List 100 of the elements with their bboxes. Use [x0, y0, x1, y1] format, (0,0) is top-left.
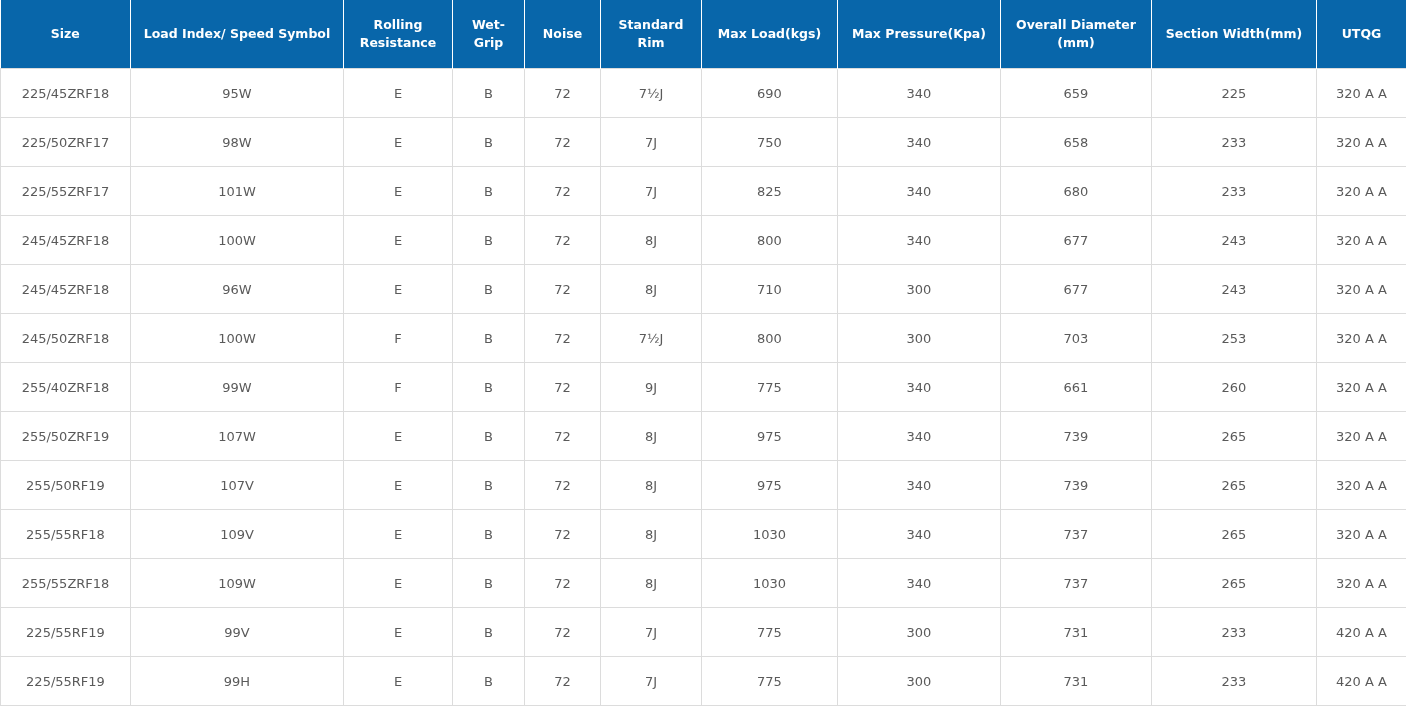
table-cell: 72 [524, 313, 601, 363]
table-cell: 255/55RF18 [0, 509, 131, 559]
table-cell: 8J [600, 558, 702, 608]
table-cell: 72 [524, 264, 601, 314]
table-cell: 7J [600, 607, 702, 657]
table-cell: F [343, 362, 453, 412]
table-cell: E [343, 117, 453, 167]
table-cell: 800 [701, 215, 838, 265]
table-cell: E [343, 509, 453, 559]
table-cell: 677 [1000, 215, 1152, 265]
table-cell: 72 [524, 509, 601, 559]
table-cell: 99W [130, 362, 344, 412]
table-cell: 731 [1000, 656, 1152, 706]
table-cell: 8J [600, 509, 702, 559]
table-cell: E [343, 656, 453, 706]
table-cell: 680 [1000, 166, 1152, 216]
table-cell: E [343, 68, 453, 118]
table-cell: 72 [524, 460, 601, 510]
table-cell: 99H [130, 656, 344, 706]
table-cell: 233 [1151, 166, 1317, 216]
column-header: UTQG [1316, 0, 1406, 69]
table-cell: 775 [701, 656, 838, 706]
table-cell: 101W [130, 166, 344, 216]
table-cell: 72 [524, 656, 601, 706]
table-cell: 245/50ZRF18 [0, 313, 131, 363]
table-cell: 975 [701, 460, 838, 510]
table-cell: 243 [1151, 215, 1317, 265]
table-cell: 658 [1000, 117, 1152, 167]
table-cell: 72 [524, 215, 601, 265]
table-cell: B [452, 460, 525, 510]
table-cell: 107W [130, 411, 344, 461]
table-cell: 340 [837, 362, 1001, 412]
table-cell: 300 [837, 264, 1001, 314]
table-cell: F [343, 313, 453, 363]
table-cell: 95W [130, 68, 344, 118]
table-cell: 8J [600, 215, 702, 265]
table-cell: 245/45ZRF18 [0, 264, 131, 314]
table-cell: 265 [1151, 411, 1317, 461]
table-cell: 1030 [701, 558, 838, 608]
table-cell: 800 [701, 313, 838, 363]
table-cell: 225/55RF19 [0, 607, 131, 657]
table-cell: E [343, 215, 453, 265]
table-cell: 703 [1000, 313, 1152, 363]
table-cell: B [452, 68, 525, 118]
table-cell: 737 [1000, 558, 1152, 608]
table-cell: 98W [130, 117, 344, 167]
table-cell: 710 [701, 264, 838, 314]
column-header: Wet-Grip [452, 0, 525, 69]
table-cell: B [452, 166, 525, 216]
table-cell: 255/55ZRF18 [0, 558, 131, 608]
table-cell: 255/50RF19 [0, 460, 131, 510]
table-cell: E [343, 411, 453, 461]
table-cell: 825 [701, 166, 838, 216]
table-cell: 300 [837, 656, 1001, 706]
table-cell: B [452, 215, 525, 265]
table-cell: 72 [524, 607, 601, 657]
table-cell: 7½J [600, 313, 702, 363]
table-cell: 690 [701, 68, 838, 118]
table-cell: 107V [130, 460, 344, 510]
table-cell: 739 [1000, 460, 1152, 510]
table-cell: 750 [701, 117, 838, 167]
column-header: Max Pressure(Kpa) [837, 0, 1001, 69]
table-cell: 1030 [701, 509, 838, 559]
table-cell: B [452, 264, 525, 314]
table-cell: 260 [1151, 362, 1317, 412]
table-cell: 100W [130, 313, 344, 363]
table-cell: 245/45ZRF18 [0, 215, 131, 265]
table-cell: 265 [1151, 558, 1317, 608]
table-cell: E [343, 460, 453, 510]
table-cell: 72 [524, 558, 601, 608]
table-cell: 96W [130, 264, 344, 314]
table-cell: 109W [130, 558, 344, 608]
table-cell: E [343, 558, 453, 608]
table-cell: 233 [1151, 656, 1317, 706]
table-cell: 72 [524, 166, 601, 216]
table-cell: 225/55ZRF17 [0, 166, 131, 216]
table-cell: 7J [600, 656, 702, 706]
table-cell: 9J [600, 362, 702, 412]
table-cell: 225 [1151, 68, 1317, 118]
table-cell: 265 [1151, 509, 1317, 559]
table-cell: 7½J [600, 68, 702, 118]
table-cell: 320 A A [1316, 68, 1406, 118]
table-cell: 677 [1000, 264, 1152, 314]
table-cell: 340 [837, 411, 1001, 461]
table-cell: 775 [701, 607, 838, 657]
table-cell: 255/40ZRF18 [0, 362, 131, 412]
table-cell: 340 [837, 117, 1001, 167]
table-cell: 340 [837, 509, 1001, 559]
table-cell: 72 [524, 68, 601, 118]
table-cell: 340 [837, 460, 1001, 510]
table-cell: 72 [524, 117, 601, 167]
table-cell: 233 [1151, 607, 1317, 657]
table-cell: E [343, 166, 453, 216]
table-cell: 109V [130, 509, 344, 559]
table-cell: 99V [130, 607, 344, 657]
table-cell: 265 [1151, 460, 1317, 510]
table-cell: 233 [1151, 117, 1317, 167]
column-header: Size [0, 0, 131, 69]
table-cell: B [452, 313, 525, 363]
table-cell: 340 [837, 68, 1001, 118]
